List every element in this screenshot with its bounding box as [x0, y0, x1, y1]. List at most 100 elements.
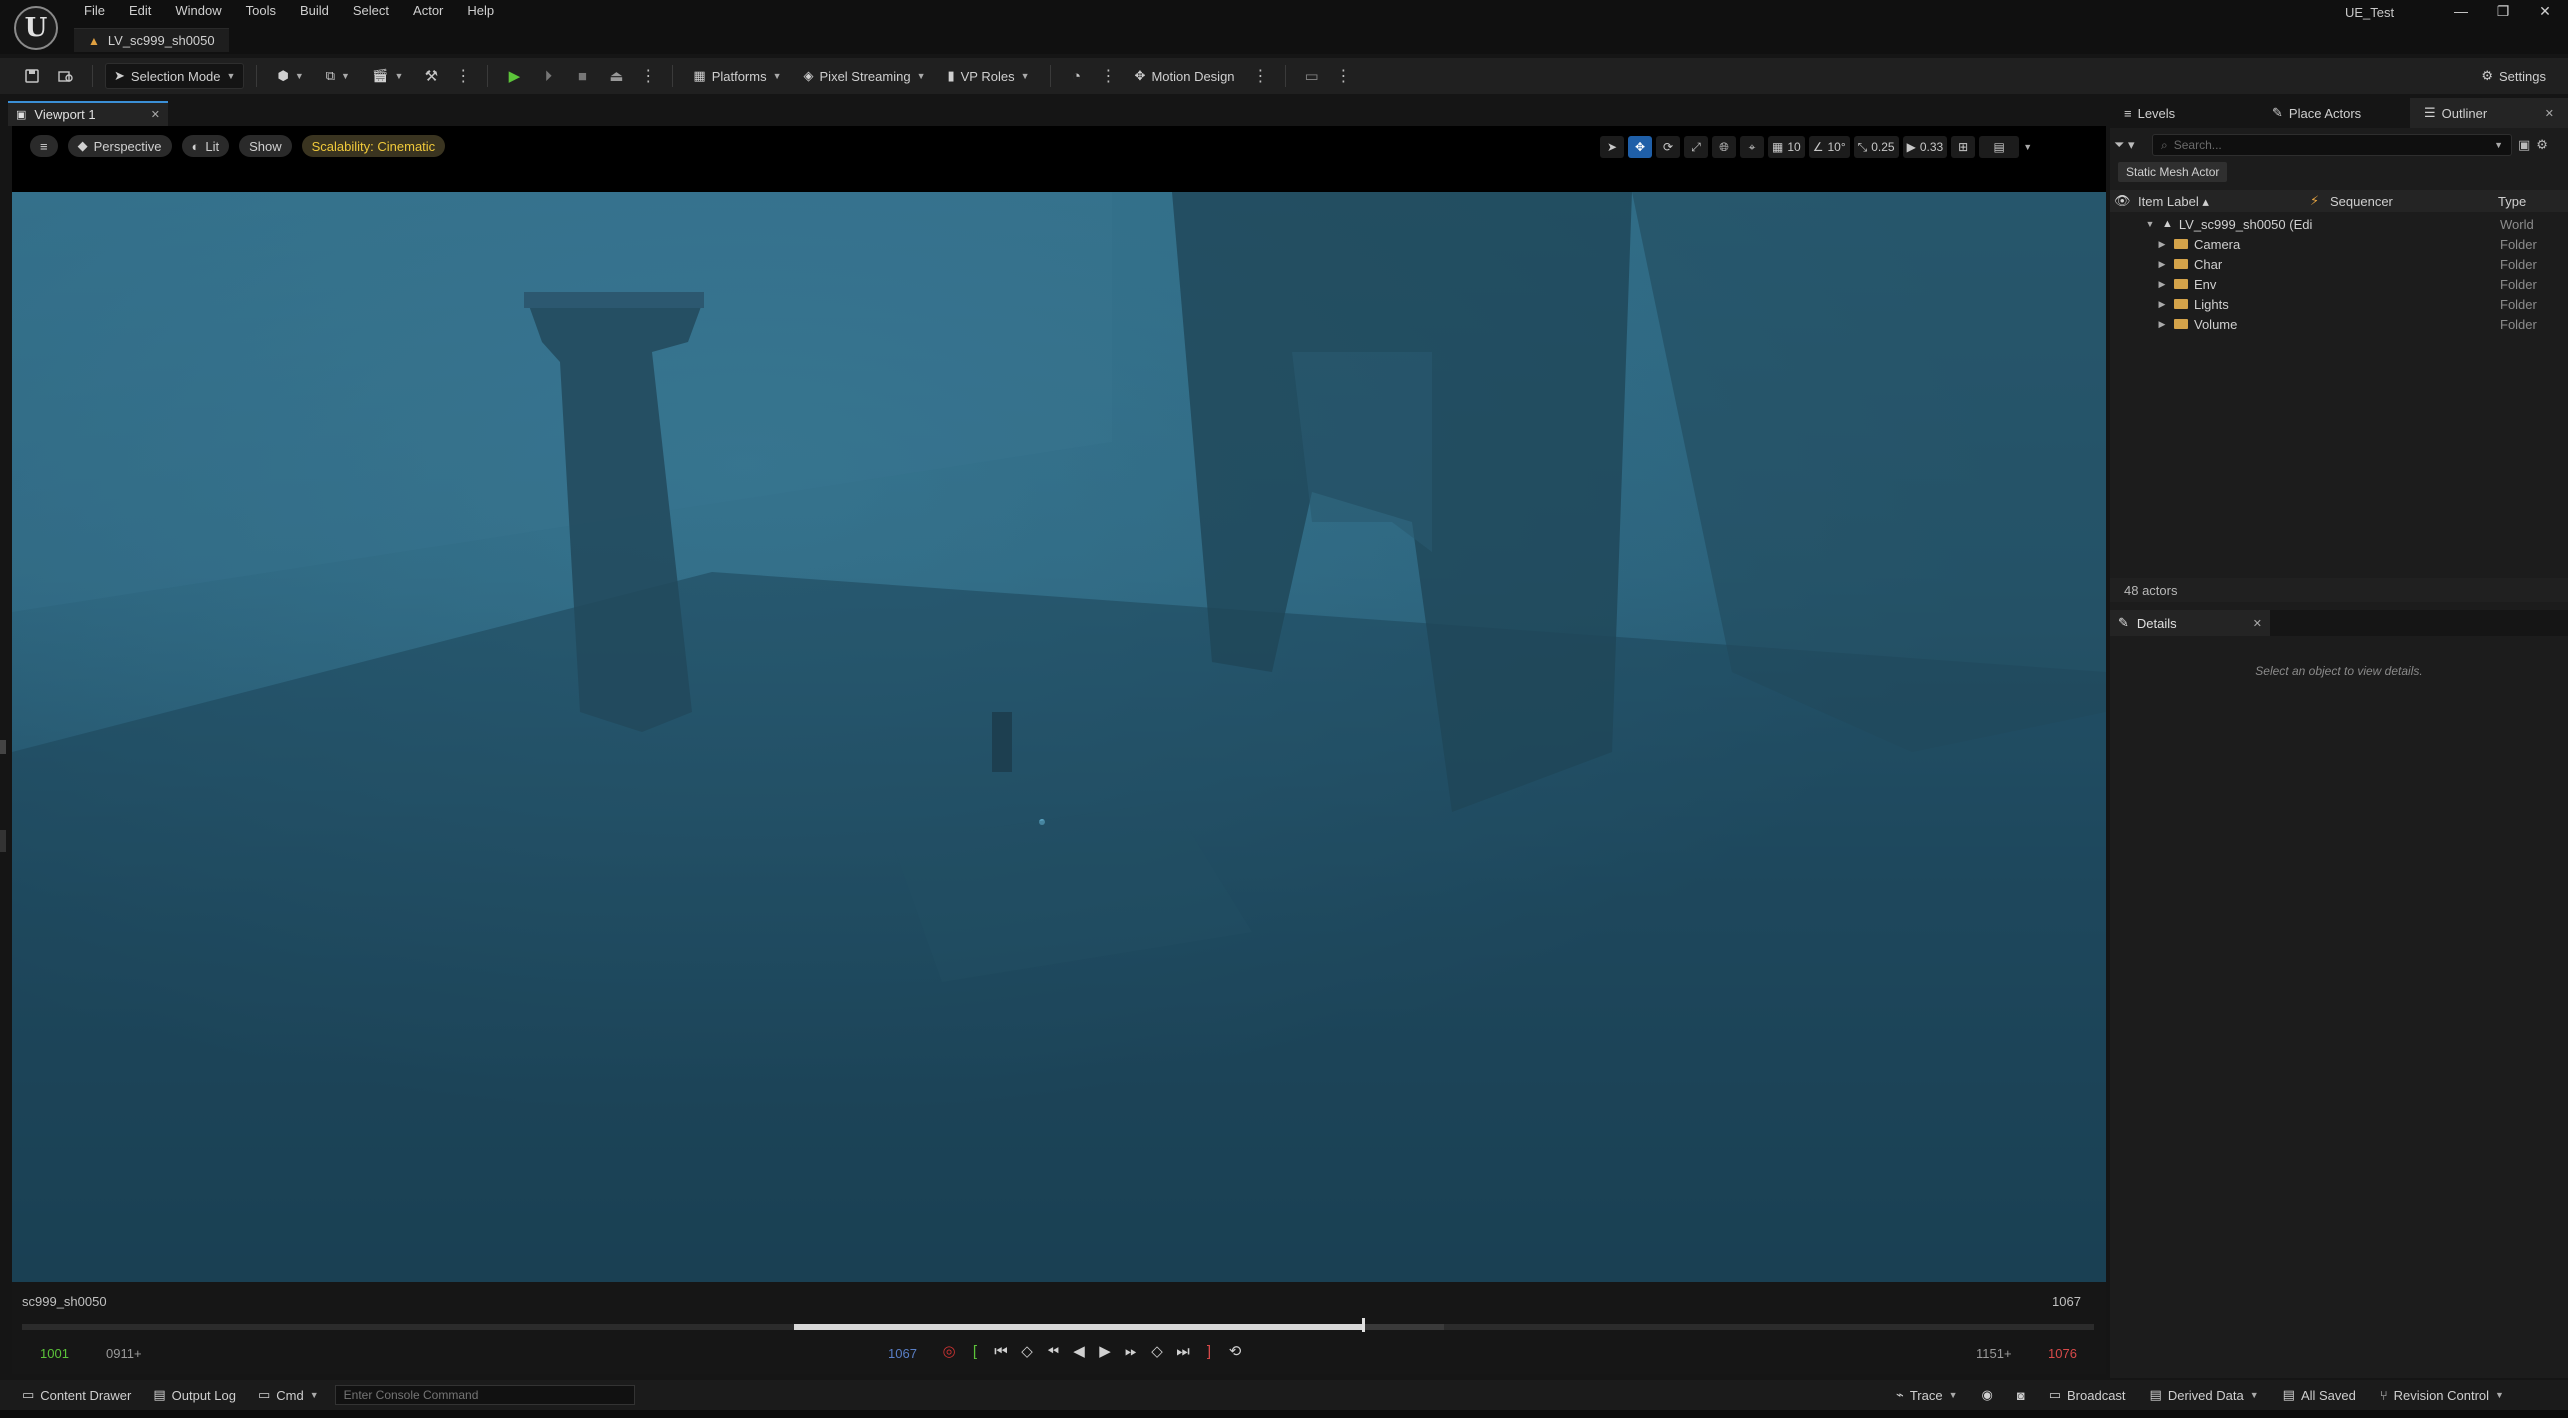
level-viewport[interactable]	[12, 126, 2106, 1282]
close-icon[interactable]: ✕	[151, 108, 160, 121]
add-actor-button[interactable]: ⬢ ▼	[269, 63, 311, 89]
cmd-dropdown[interactable]: ▭ Cmd ▼	[252, 1387, 325, 1403]
close-button[interactable]: ✕	[2524, 0, 2566, 22]
camera-speed-button[interactable]: ▶ 0.33	[1902, 136, 1948, 158]
jump-end-icon[interactable]: ⏭	[1174, 1343, 1192, 1360]
tab-viewport-1[interactable]: ▣ Viewport 1 ✕	[8, 101, 168, 126]
select-tool-icon[interactable]: ➤	[1600, 136, 1624, 158]
menu-help[interactable]: Help	[455, 0, 506, 22]
play-forward-icon[interactable]: ▶	[1096, 1342, 1114, 1360]
set-end-icon[interactable]: ]	[1200, 1343, 1218, 1360]
more-options-icon[interactable]: ⋮	[1249, 66, 1273, 86]
close-icon[interactable]: ✕	[2545, 107, 2554, 120]
gear-icon[interactable]: ⚙	[2536, 137, 2548, 153]
derived-data-dropdown[interactable]: ▤ Derived Data ▼	[2144, 1387, 2265, 1403]
revision-control-dropdown[interactable]: ⑂ Revision Control ▼	[2374, 1388, 2510, 1403]
more-options-icon[interactable]: ⋮	[1332, 66, 1356, 86]
playhead-handle[interactable]	[1362, 1318, 1365, 1332]
record-status-icon[interactable]: ◉	[1976, 1387, 1999, 1403]
rotation-snap-button[interactable]: ∠ 10°	[1808, 136, 1850, 158]
vp-roles-dropdown[interactable]: ▮ VP Roles ▼	[939, 63, 1037, 89]
menu-window[interactable]: Window	[163, 0, 233, 22]
out-frame[interactable]: 1151+	[1976, 1346, 2012, 1361]
tab-outliner[interactable]: ☰ Outliner ✕	[2410, 98, 2568, 128]
next-key-icon[interactable]: ◇	[1148, 1342, 1166, 1360]
set-start-icon[interactable]: [	[966, 1343, 984, 1360]
maximize-button[interactable]: ❐	[2482, 0, 2524, 22]
trace-dropdown[interactable]: ⌁ Trace ▼	[1890, 1387, 1964, 1403]
left-edge-handle[interactable]	[0, 830, 6, 852]
play-options-icon[interactable]: ⋮	[636, 66, 660, 86]
outliner-row-folder[interactable]: ▶ Env Folder	[2110, 274, 2568, 294]
outliner-row-folder[interactable]: ▶ Char Folder	[2110, 254, 2568, 274]
menu-build[interactable]: Build	[288, 0, 341, 22]
column-sequencer[interactable]: Sequencer	[2330, 194, 2393, 209]
viewport-layout-icon[interactable]: ▤	[1979, 136, 2020, 158]
level-tab[interactable]: ▲ LV_sc999_sh0050	[74, 28, 229, 52]
blueprint-button[interactable]: ⧉ ▼	[318, 63, 358, 89]
jump-start-icon[interactable]: ⏮	[992, 1343, 1010, 1360]
start-frame[interactable]: 1001	[40, 1346, 69, 1361]
menu-edit[interactable]: Edit	[117, 0, 163, 22]
gauge-icon[interactable]: ◔	[1063, 62, 1091, 90]
more-options-icon[interactable]: ⋮	[1097, 66, 1121, 86]
minimize-button[interactable]: —	[2440, 0, 2482, 22]
pixel-streaming-dropdown[interactable]: ◈ Pixel Streaming ▼	[796, 63, 934, 89]
world-space-icon[interactable]: 🌐︎	[1712, 136, 1736, 158]
expand-arrow-icon[interactable]: ▼	[2144, 219, 2156, 229]
scale-snap-button[interactable]: ⤡ 0.25	[1853, 136, 1899, 158]
expand-arrow-icon[interactable]: ▶	[2156, 319, 2168, 330]
motion-design-button[interactable]: ✥ Motion Design	[1127, 63, 1243, 89]
all-saved-button[interactable]: ▤ All Saved	[2277, 1387, 2362, 1403]
visibility-icon[interactable]: 👁︎	[2114, 193, 2131, 209]
expand-arrow-icon[interactable]: ▶	[2156, 259, 2168, 270]
grid-snap-button[interactable]: ▦ 10	[1768, 136, 1805, 158]
content-browser-icon[interactable]	[52, 62, 80, 90]
end-frame[interactable]: 1076	[2048, 1346, 2077, 1361]
column-type[interactable]: Type	[2498, 194, 2526, 209]
broadcast-button[interactable]: ▭ Broadcast	[2043, 1387, 2132, 1403]
tab-levels[interactable]: ≡ Levels	[2110, 98, 2258, 128]
outliner-row-world[interactable]: ▼ ▲ LV_sc999_sh0050 (Edi World	[2110, 214, 2568, 234]
show-button[interactable]: Show	[239, 135, 292, 157]
expand-arrow-icon[interactable]: ▶	[2156, 239, 2168, 250]
menu-file[interactable]: File	[72, 0, 117, 22]
scale-tool-icon[interactable]: ⤢	[1684, 136, 1708, 158]
play-icon[interactable]: ▶	[500, 62, 528, 90]
view-mode-button[interactable]: ◐ Lit	[181, 135, 230, 157]
filter-icon[interactable]: ⏷ ▾	[2114, 137, 2146, 153]
move-tool-icon[interactable]: ✥	[1628, 136, 1652, 158]
stop-icon[interactable]: ■	[568, 62, 596, 90]
expand-arrow-icon[interactable]: ▶	[2156, 279, 2168, 290]
prev-frame-icon[interactable]: ⏪︎	[1044, 1343, 1062, 1360]
new-folder-icon[interactable]: ▣	[2518, 137, 2530, 153]
cinematics-button[interactable]: 🎬︎ ▼	[364, 63, 411, 89]
menu-tools[interactable]: Tools	[234, 0, 288, 22]
outliner-search-input[interactable]: ⌕ Search... ▼	[2152, 134, 2512, 156]
console-command-input[interactable]	[334, 1385, 635, 1405]
platforms-dropdown[interactable]: ▦ Platforms ▼	[685, 63, 789, 89]
tab-place-actors[interactable]: ✎ Place Actors	[2258, 98, 2410, 128]
outliner-row-folder[interactable]: ▶ Lights Folder	[2110, 294, 2568, 314]
settings-dropdown[interactable]: ⚙ Settings	[2473, 63, 2554, 89]
selection-mode-dropdown[interactable]: ➤ Selection Mode ▼	[105, 63, 245, 89]
left-edge-handle[interactable]	[0, 740, 6, 754]
loop-icon[interactable]: ⟲	[1226, 1342, 1244, 1360]
camera-status-icon[interactable]: ◙	[2011, 1388, 2031, 1403]
step-icon[interactable]: ⏵︎	[534, 62, 562, 90]
surface-snap-icon[interactable]: ⌖	[1740, 136, 1764, 158]
save-icon[interactable]	[18, 62, 46, 90]
more-options-icon[interactable]: ⋮	[451, 66, 475, 86]
record-icon[interactable]: ◎	[940, 1342, 958, 1360]
content-drawer-button[interactable]: ▭ Content Drawer	[16, 1387, 137, 1403]
next-frame-icon[interactable]: ⏩︎	[1122, 1343, 1140, 1360]
outliner-row-folder[interactable]: ▶ Volume Folder	[2110, 314, 2568, 334]
rotate-tool-icon[interactable]: ⟳	[1656, 136, 1680, 158]
column-item-label[interactable]: Item Label ▴	[2138, 194, 2209, 210]
outliner-row-folder[interactable]: ▶ Camera Folder	[2110, 234, 2568, 254]
output-log-button[interactable]: ▤ Output Log	[147, 1387, 242, 1403]
close-icon[interactable]: ✕	[2253, 617, 2262, 630]
layout-icon[interactable]: ⊞	[1951, 136, 1976, 158]
tab-details[interactable]: ✎ Details ✕	[2110, 610, 2270, 636]
device-icon[interactable]: ▭	[1298, 62, 1326, 90]
